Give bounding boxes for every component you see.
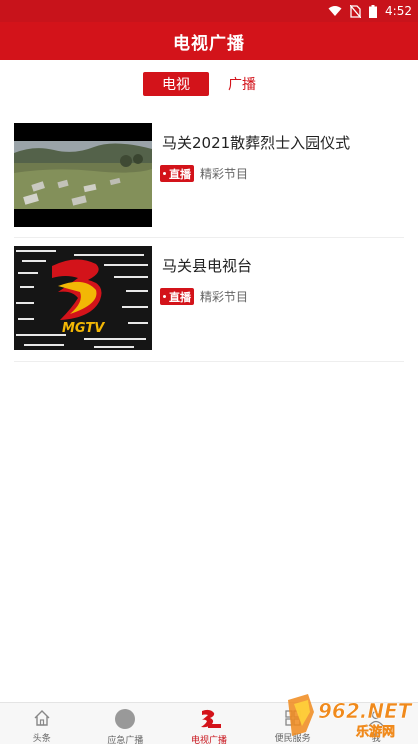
channel-thumbnail: MGTV	[14, 246, 152, 350]
live-badge-label: 直播	[169, 167, 191, 181]
circle-icon	[115, 709, 136, 729]
live-dot-icon	[163, 172, 166, 175]
channel-title: 马关县电视台	[162, 257, 253, 275]
channel-title: 马关2021散葬烈士入园仪式	[162, 134, 351, 152]
tab-bar: 电视 广播	[0, 72, 418, 98]
live-badge-label: 直播	[169, 290, 191, 304]
battery-icon	[369, 4, 378, 18]
channel-meta: 直播 精彩节目	[160, 288, 248, 305]
channel-thumbnail	[14, 123, 152, 227]
mgtv-icon	[196, 709, 222, 729]
list-item[interactable]: 马关2021散葬烈士入园仪式 直播 精彩节目	[14, 115, 404, 238]
watermark-subtext: 乐游网	[356, 724, 395, 740]
nav-label: 电视广播	[190, 736, 227, 744]
nav-item-headlines[interactable]: 头条	[0, 703, 84, 744]
watermark-text: 962.NET	[318, 699, 413, 723]
app-header: 电视广播	[0, 22, 418, 60]
no-sim-icon	[350, 4, 362, 18]
live-badge: 直播	[160, 165, 194, 182]
tab-radio[interactable]: 广播	[209, 72, 275, 96]
channel-list: 马关2021散葬烈士入园仪式 直播 精彩节目 MGTV 马关县电视台 直播 精彩…	[14, 115, 404, 362]
status-time: 4:52	[385, 4, 412, 18]
live-badge: 直播	[160, 288, 194, 305]
live-dot-icon	[163, 295, 166, 298]
home-icon	[33, 709, 51, 727]
channel-subtitle: 精彩节目	[200, 167, 249, 181]
nav-label: 应急广播	[107, 736, 144, 744]
nav-item-tv-radio[interactable]: 电视广播	[167, 703, 251, 744]
channel-meta: 直播 精彩节目	[160, 165, 248, 182]
tab-tv[interactable]: 电视	[143, 72, 209, 96]
status-icons: 4:52	[328, 0, 412, 22]
nav-label: 头条	[32, 734, 51, 744]
channel-subtitle: 精彩节目	[200, 290, 249, 304]
wifi-icon	[328, 5, 342, 17]
mgtv-logo-text: MGTV	[62, 321, 105, 336]
page-title: 电视广播	[173, 33, 245, 54]
watermark: 962.NET 乐游网	[278, 692, 414, 740]
list-item[interactable]: MGTV 马关县电视台 直播 精彩节目	[14, 238, 404, 362]
nav-item-emergency-broadcast[interactable]: 应急广播	[84, 703, 168, 744]
status-bar: 4:52	[0, 0, 418, 22]
